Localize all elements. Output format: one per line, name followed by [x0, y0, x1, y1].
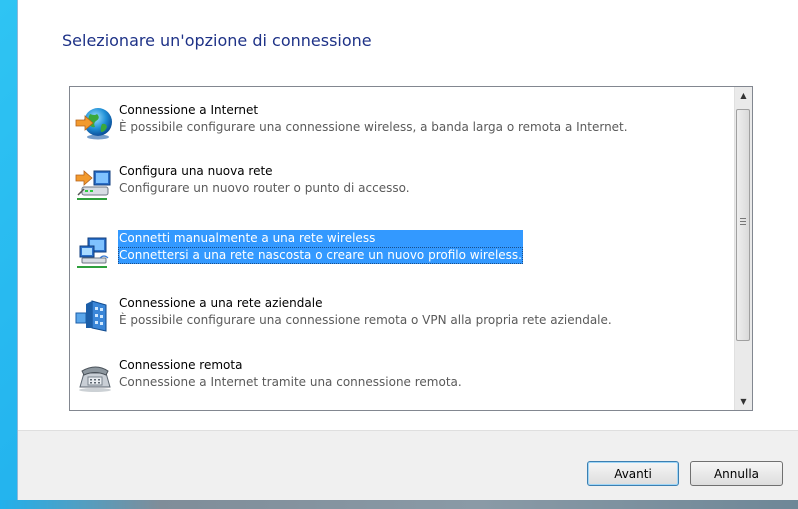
option-description: È possibile configurare una connessione … — [119, 313, 612, 327]
vertical-scrollbar[interactable]: ▲ ▼ — [734, 87, 752, 410]
scroll-down-button[interactable]: ▼ — [735, 393, 752, 410]
wireless-network-icon — [74, 232, 114, 272]
dialog-heading: Selezionare un'opzione di connessione — [62, 31, 372, 50]
scrollbar-thumb[interactable] — [736, 109, 750, 341]
option-dialup[interactable]: Connessione remota Connessione a Interne… — [70, 357, 734, 409]
arrow-down-icon: ▼ — [740, 397, 747, 406]
option-setup-new-network[interactable]: Configura una nuova rete Configurare un … — [70, 163, 734, 215]
option-title: Connessione a una rete aziendale — [119, 296, 323, 310]
option-title: Connessione remota — [119, 358, 243, 372]
option-internet-connection[interactable]: Connessione a Internet È possibile confi… — [70, 102, 734, 154]
workplace-vpn-icon — [74, 297, 114, 337]
option-title: Configura una nuova rete — [119, 164, 273, 178]
option-description: Configurare un nuovo router o punto di a… — [119, 181, 410, 195]
connection-wizard-dialog: Selezionare un'opzione di connessione Co… — [17, 0, 798, 501]
dialup-phone-icon — [74, 359, 114, 399]
new-network-router-icon — [74, 165, 114, 205]
connection-options-list[interactable]: Connessione a Internet È possibile confi… — [69, 86, 753, 411]
grip-icon — [740, 218, 746, 225]
option-description: Connettersi a una rete nascosta o creare… — [118, 247, 523, 264]
option-description: È possibile configurare una connessione … — [119, 120, 628, 134]
arrow-up-icon: ▲ — [740, 91, 747, 100]
globe-internet-icon — [74, 104, 114, 144]
option-manual-wireless[interactable]: Connetti manualmente a una rete wireless… — [70, 230, 734, 282]
dialog-footer: Avanti Annulla — [18, 430, 798, 501]
next-button[interactable]: Avanti — [587, 461, 679, 486]
scroll-up-button[interactable]: ▲ — [735, 87, 752, 104]
option-title: Connessione a Internet — [119, 103, 259, 117]
option-workplace-network[interactable]: Connessione a una rete aziendale È possi… — [70, 295, 734, 347]
option-title: Connetti manualmente a una rete wireless — [118, 230, 523, 247]
option-description: Connessione a Internet tramite una conne… — [119, 375, 462, 389]
window-bottom-edge — [0, 500, 798, 509]
cancel-button[interactable]: Annulla — [690, 461, 783, 486]
